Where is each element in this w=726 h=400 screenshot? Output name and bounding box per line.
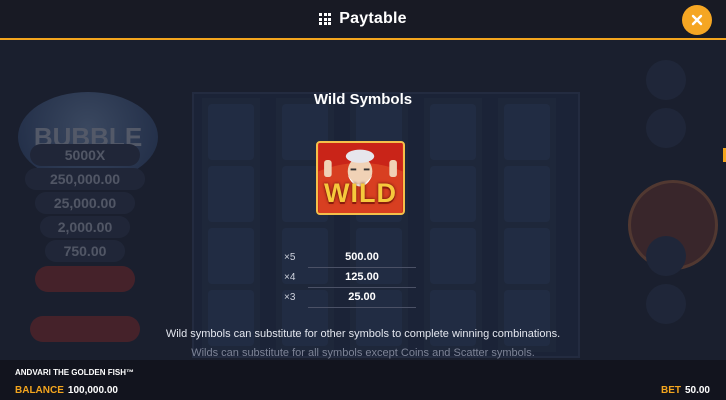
- bg-bet-icon: [646, 236, 686, 276]
- paytable-header: Paytable: [0, 0, 726, 40]
- section-title: Wild Symbols: [313, 91, 413, 108]
- bg-refresh-icon: [646, 108, 686, 148]
- payout-value: 125.00: [345, 271, 379, 283]
- prize-1: 250,000.00: [25, 168, 145, 190]
- bg-buy-button: [35, 266, 135, 292]
- page-title: Paytable: [339, 10, 407, 27]
- close-icon: [691, 14, 703, 26]
- balance-label: BALANCE: [15, 385, 64, 396]
- payout-row: ×4 125.00: [278, 268, 416, 288]
- grid-icon: [319, 13, 332, 25]
- prize-top: 5000X: [30, 144, 140, 166]
- wild-symbol-image: WILD: [316, 141, 405, 215]
- balance-display: BALANCE 100,000.00: [15, 385, 118, 396]
- bet-label: BET: [660, 385, 681, 396]
- payout-table: ×5 500.00 ×4 125.00 ×3 25.00: [278, 248, 416, 308]
- payout-multiplier: ×4: [284, 272, 296, 283]
- payout-value: 25.00: [348, 291, 376, 303]
- payout-multiplier: ×5: [284, 252, 296, 263]
- payout-multiplier: ×3: [284, 292, 296, 303]
- bg-menu-icon: [646, 284, 686, 324]
- prize-4: 750.00: [45, 240, 125, 262]
- game-name: ANDVARI THE GOLDEN FISH™: [15, 368, 134, 377]
- wild-description-secondary: Wilds can substitute for all symbols exc…: [191, 347, 535, 359]
- payout-value: 500.00: [345, 251, 379, 263]
- bet-display: BET 50.00: [661, 385, 710, 396]
- payout-row: ×3 25.00: [278, 288, 416, 308]
- payout-row: ×5 500.00: [278, 248, 416, 268]
- wild-symbol-label: WILD: [324, 178, 397, 208]
- reel-area: [192, 92, 580, 358]
- balance-value: 100,000.00: [67, 385, 118, 396]
- wild-description: Wild symbols can substitute for other sy…: [165, 328, 561, 340]
- prize-2: 25,000.00: [35, 192, 135, 214]
- bet-value: 50.00: [684, 385, 710, 396]
- close-button[interactable]: [682, 5, 712, 35]
- prize-3: 2,000.00: [40, 216, 130, 238]
